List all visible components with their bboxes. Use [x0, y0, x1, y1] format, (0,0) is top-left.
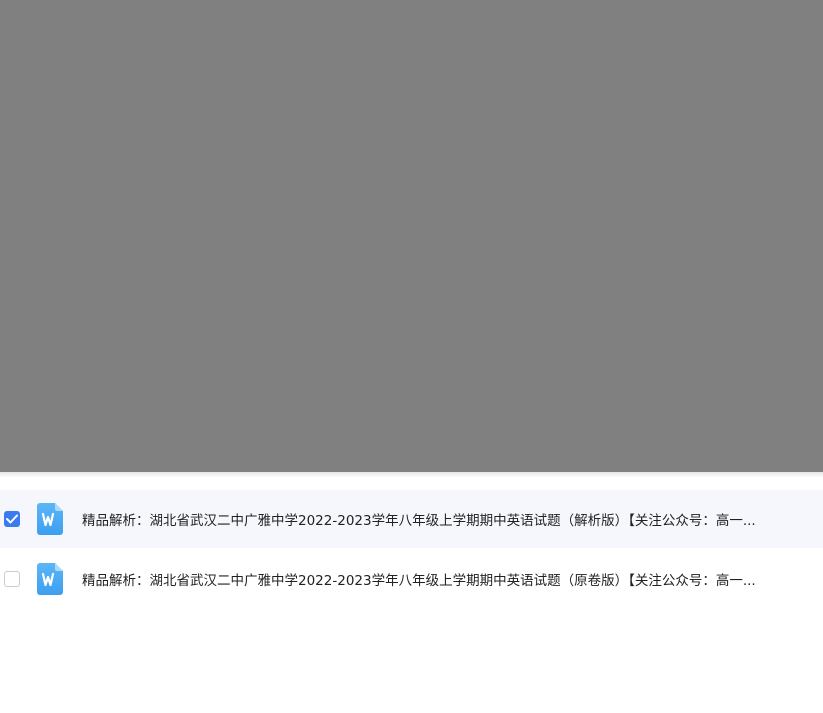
- file-checkbox[interactable]: [4, 571, 20, 587]
- word-doc-icon: [37, 503, 63, 535]
- file-list: 精品解析：湖北省武汉二中广雅中学2022-2023学年八年级上学期期中英语试题（…: [0, 490, 823, 608]
- file-row-2[interactable]: 精品解析：湖北省武汉二中广雅中学2022-2023学年八年级上学期期中英语试题（…: [0, 550, 823, 608]
- word-doc-icon: [37, 563, 63, 595]
- file-name[interactable]: 精品解析：湖北省武汉二中广雅中学2022-2023学年八年级上学期期中英语试题（…: [82, 569, 802, 589]
- modal-overlay[interactable]: [0, 0, 823, 472]
- file-row-1[interactable]: 精品解析：湖北省武汉二中广雅中学2022-2023学年八年级上学期期中英语试题（…: [0, 490, 823, 548]
- file-checkbox-checked[interactable]: [4, 511, 20, 527]
- file-name[interactable]: 精品解析：湖北省武汉二中广雅中学2022-2023学年八年级上学期期中英语试题（…: [82, 509, 802, 529]
- checkmark-icon: [6, 514, 18, 524]
- overlay-shadow: [0, 472, 823, 478]
